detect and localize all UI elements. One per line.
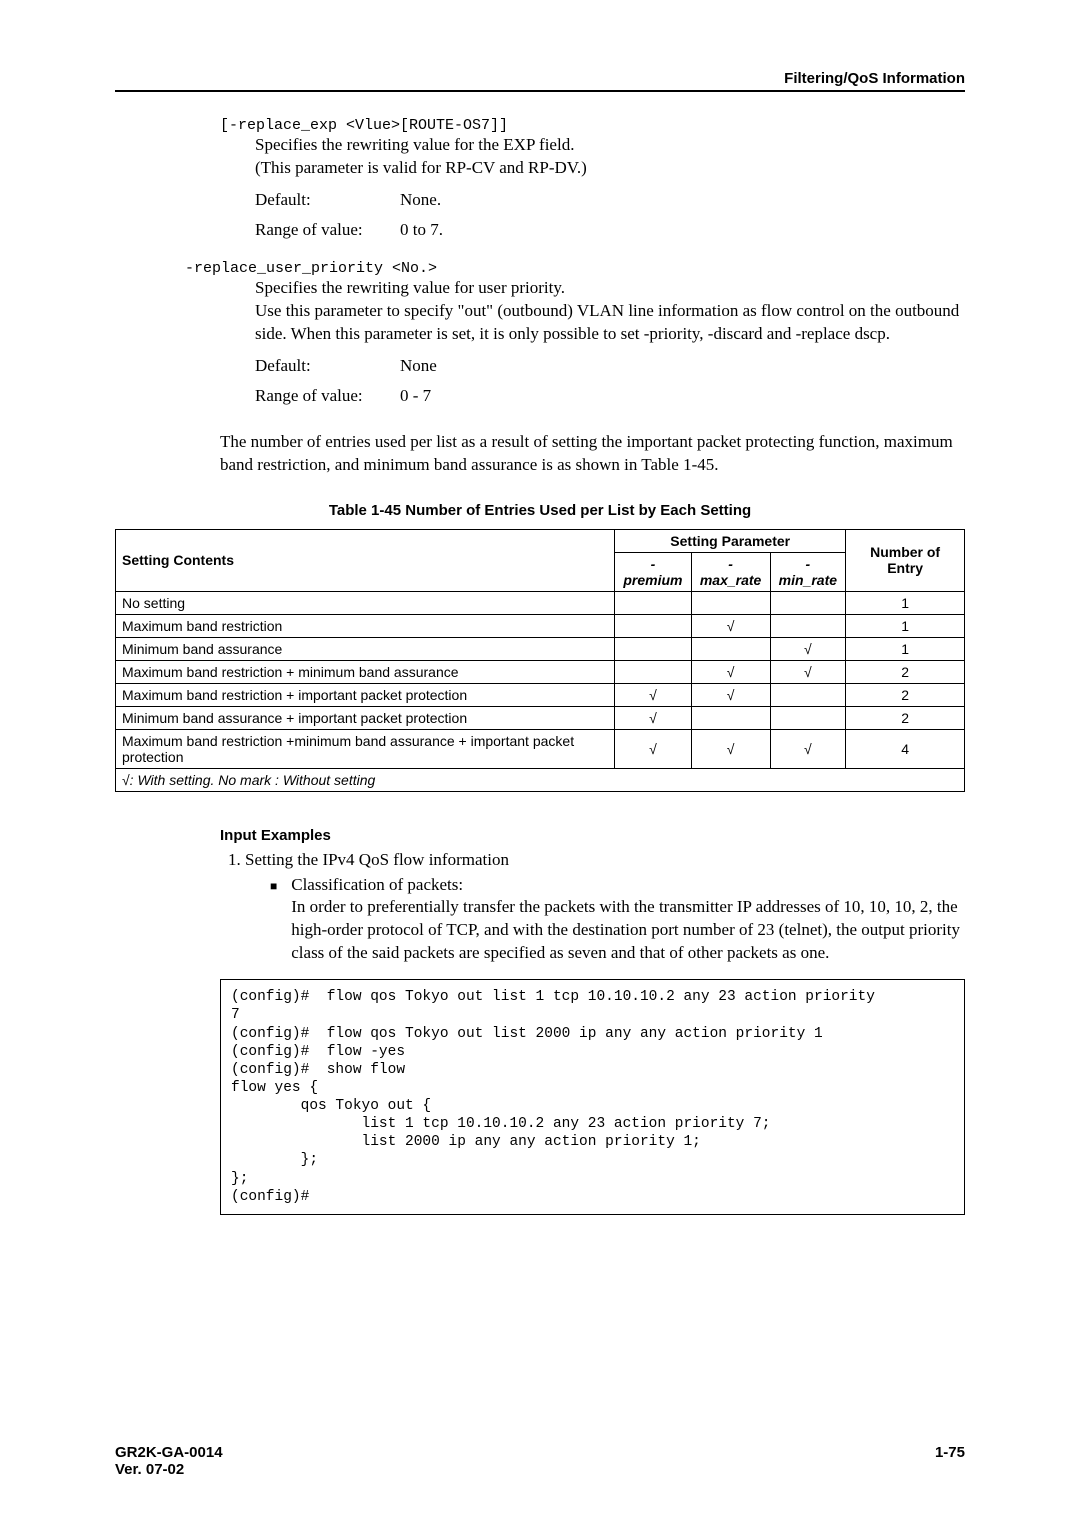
param-replace-exp: [-replace_exp <Vlue>[ROUTE-OS7]] Specifi… xyxy=(220,117,965,240)
param-replace-user-priority: -replace_user_priority <No.> Specifies t… xyxy=(220,260,965,406)
cell-contents: No setting xyxy=(116,591,615,614)
input-examples-heading: Input Examples xyxy=(220,827,965,844)
cell-max-rate: √ xyxy=(691,729,770,768)
table-row: Minimum band assurance + important packe… xyxy=(116,706,965,729)
examples-list: Setting the IPv4 QoS flow information ■ … xyxy=(245,849,965,966)
syntax-line: -replace_user_priority <No.> xyxy=(185,260,965,277)
cell-contents: Maximum band restriction +minimum band a… xyxy=(116,729,615,768)
table-row: Maximum band restriction +minimum band a… xyxy=(116,729,965,768)
cell-min-rate xyxy=(770,683,846,706)
cell-entry: 1 xyxy=(846,591,965,614)
range-value: 0 to 7. xyxy=(400,220,443,240)
cell-max-rate xyxy=(691,591,770,614)
bullet-content: Classification of packets: In order to p… xyxy=(291,874,965,966)
table-row: Maximum band restriction + important pac… xyxy=(116,683,965,706)
doc-version: Ver. 07-02 xyxy=(115,1461,223,1478)
default-row: Default: None xyxy=(255,356,965,376)
bullet-label: Classification of packets: xyxy=(291,875,463,894)
table-row: Minimum band assurance √1 xyxy=(116,637,965,660)
page-number: 1-75 xyxy=(935,1444,965,1478)
cell-min-rate xyxy=(770,706,846,729)
cell-contents: Minimum band assurance xyxy=(116,637,615,660)
default-label: Default: xyxy=(255,356,400,376)
cell-entry: 2 xyxy=(846,706,965,729)
default-row: Default: None. xyxy=(255,190,965,210)
cell-premium xyxy=(615,591,691,614)
cell-max-rate: √ xyxy=(691,683,770,706)
cell-premium: √ xyxy=(615,729,691,768)
range-row: Range of value: 0 to 7. xyxy=(255,220,965,240)
example-item: Setting the IPv4 QoS flow information ■ … xyxy=(245,849,965,966)
cell-contents: Maximum band restriction xyxy=(116,614,615,637)
cell-entry: 4 xyxy=(846,729,965,768)
default-label: Default: xyxy=(255,190,400,210)
range-value: 0 - 7 xyxy=(400,386,431,406)
intro-paragraph: The number of entries used per list as a… xyxy=(220,431,965,477)
cell-min-rate xyxy=(770,614,846,637)
cell-premium xyxy=(615,660,691,683)
cell-contents: Minimum band assurance + important packe… xyxy=(116,706,615,729)
description-text: (This parameter is valid for RP-CV and R… xyxy=(255,157,965,180)
cell-contents: Maximum band restriction + minimum band … xyxy=(116,660,615,683)
cell-min-rate xyxy=(770,591,846,614)
cell-entry: 1 xyxy=(846,637,965,660)
cell-premium xyxy=(615,614,691,637)
table-row: No setting 1 xyxy=(116,591,965,614)
page-footer: GR2K-GA-0014 Ver. 07-02 1-75 xyxy=(115,1444,965,1478)
cell-min-rate: √ xyxy=(770,660,846,683)
example-bullet: ■ Classification of packets: In order to… xyxy=(245,874,965,966)
cell-entry: 2 xyxy=(846,683,965,706)
square-bullet-icon: ■ xyxy=(270,878,277,966)
description-text: Specifies the rewriting value for the EX… xyxy=(255,134,965,157)
table-caption: Table 1-45 Number of Entries Used per Li… xyxy=(115,502,965,519)
table-legend: √: With setting. No mark : Without setti… xyxy=(116,768,965,791)
th-max-rate: -max_rate xyxy=(691,552,770,591)
table-row: Maximum band restriction √ 1 xyxy=(116,614,965,637)
table-row: Maximum band restriction + minimum band … xyxy=(116,660,965,683)
cell-premium: √ xyxy=(615,706,691,729)
th-param-group: Setting Parameter xyxy=(615,529,846,552)
cell-entry: 2 xyxy=(846,660,965,683)
range-label: Range of value: xyxy=(255,386,400,406)
range-row: Range of value: 0 - 7 xyxy=(255,386,965,406)
th-contents: Setting Contents xyxy=(116,529,615,591)
cell-max-rate xyxy=(691,706,770,729)
document-page: Filtering/QoS Information [-replace_exp … xyxy=(0,0,1080,1528)
description-text: Use this parameter to specify "out" (out… xyxy=(255,300,965,346)
cell-max-rate xyxy=(691,637,770,660)
cell-min-rate: √ xyxy=(770,637,846,660)
cell-min-rate: √ xyxy=(770,729,846,768)
th-premium: -premium xyxy=(615,552,691,591)
range-label: Range of value: xyxy=(255,220,400,240)
cell-premium: √ xyxy=(615,683,691,706)
code-example: (config)# flow qos Tokyo out list 1 tcp … xyxy=(220,979,965,1215)
cell-premium xyxy=(615,637,691,660)
example-title: Setting the IPv4 QoS flow information xyxy=(245,850,509,869)
bullet-text: In order to preferentially transfer the … xyxy=(291,897,960,962)
cell-contents: Maximum band restriction + important pac… xyxy=(116,683,615,706)
cell-max-rate: √ xyxy=(691,614,770,637)
cell-max-rate: √ xyxy=(691,660,770,683)
th-min-rate: -min_rate xyxy=(770,552,846,591)
default-value: None xyxy=(400,356,437,376)
settings-table: Setting Contents Setting Parameter Numbe… xyxy=(115,529,965,792)
section-header: Filtering/QoS Information xyxy=(115,70,965,92)
th-entry: Number of Entry xyxy=(846,529,965,591)
default-value: None. xyxy=(400,190,441,210)
doc-number: GR2K-GA-0014 xyxy=(115,1444,223,1461)
cell-entry: 1 xyxy=(846,614,965,637)
description-text: Specifies the rewriting value for user p… xyxy=(255,277,965,300)
syntax-line: [-replace_exp <Vlue>[ROUTE-OS7]] xyxy=(220,117,965,134)
